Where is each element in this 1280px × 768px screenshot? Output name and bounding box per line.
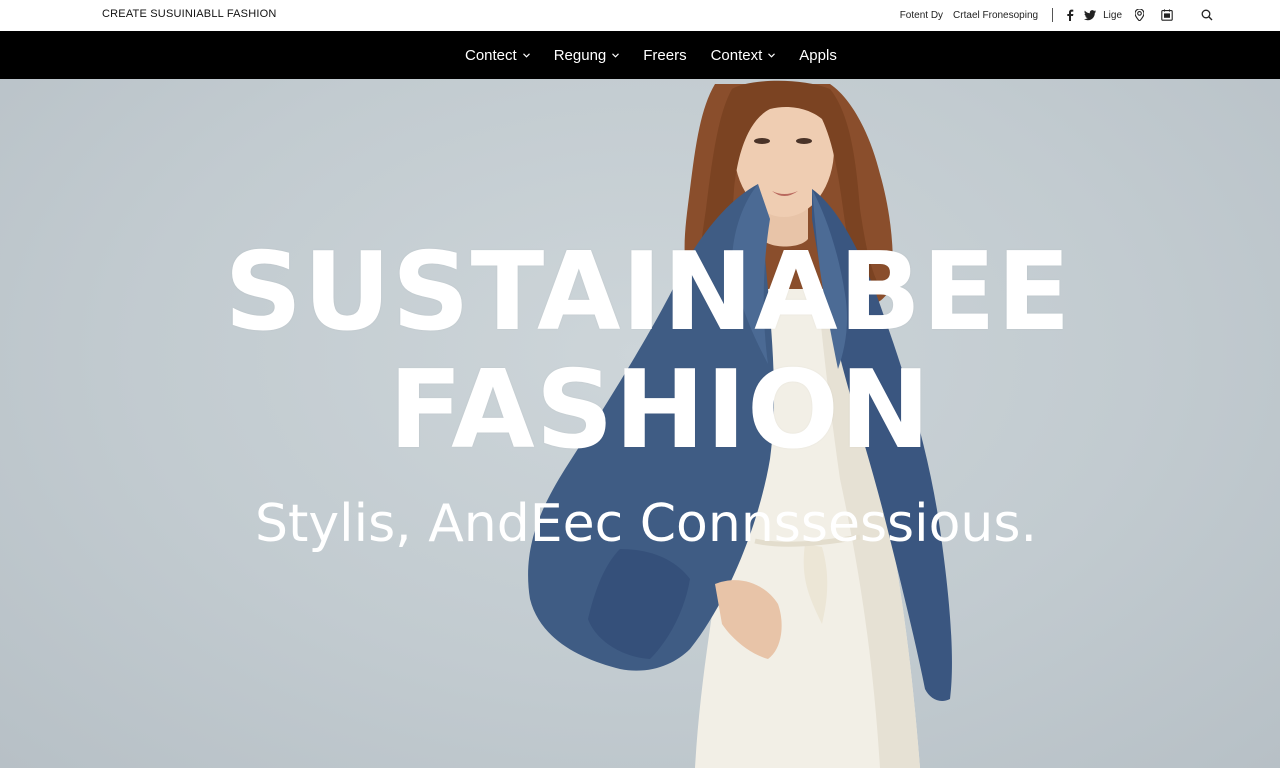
utility-link-2[interactable]: Crtael Fronesoping: [953, 10, 1038, 21]
nav-item-contect[interactable]: Contect: [465, 47, 530, 64]
calendar-icon[interactable]: [1160, 8, 1174, 22]
location-pin-icon[interactable]: [1132, 8, 1146, 22]
top-utility-bar: CREATE SUSUINIABLL FASHION Fotent Dy Crt…: [0, 0, 1280, 31]
nav-item-label: Appls: [799, 46, 837, 64]
utility-link-1[interactable]: Fotent Dy: [900, 10, 943, 21]
main-nav-bar: Contect Regung Freers Context Appls: [0, 31, 1280, 79]
nav-item-label: Context: [710, 46, 763, 64]
main-nav: Contect Regung Freers Context Appls: [465, 31, 837, 79]
twitter-icon[interactable]: [1083, 8, 1097, 22]
nav-item-label: Freers: [643, 46, 687, 64]
utility-links: Fotent Dy Crtael Fronesoping Lige: [900, 6, 1214, 24]
facebook-icon[interactable]: [1063, 8, 1077, 22]
nav-item-label: Contect: [465, 46, 517, 64]
headline-line-1: SUSTAINABEE: [224, 230, 1072, 355]
chevron-down-icon: [768, 52, 776, 58]
nav-item-label: Regung: [553, 46, 607, 64]
headline-line-2: FASHION: [388, 348, 932, 473]
nav-item-context[interactable]: Context: [711, 47, 776, 64]
nav-item-appls[interactable]: Appls: [799, 47, 837, 64]
chevron-down-icon: [522, 52, 530, 58]
brand-logo-text[interactable]: CREATE SUSUINIABLL FASHION: [102, 8, 277, 20]
nav-item-freers[interactable]: Freers: [643, 47, 686, 64]
language-selector[interactable]: Lige: [1103, 10, 1122, 21]
search-icon[interactable]: [1200, 8, 1214, 22]
hero-headline: SUSTAINABEE FASHION: [0, 234, 1280, 470]
divider: [1052, 8, 1054, 22]
chevron-down-icon: [612, 52, 620, 58]
nav-item-regung[interactable]: Regung: [554, 47, 620, 64]
hero-tagline: Stylis, AndEec Connssessious.: [255, 494, 1037, 554]
hero-banner: SUSTAINABEE FASHION Stylis, AndEec Conns…: [0, 79, 1280, 768]
